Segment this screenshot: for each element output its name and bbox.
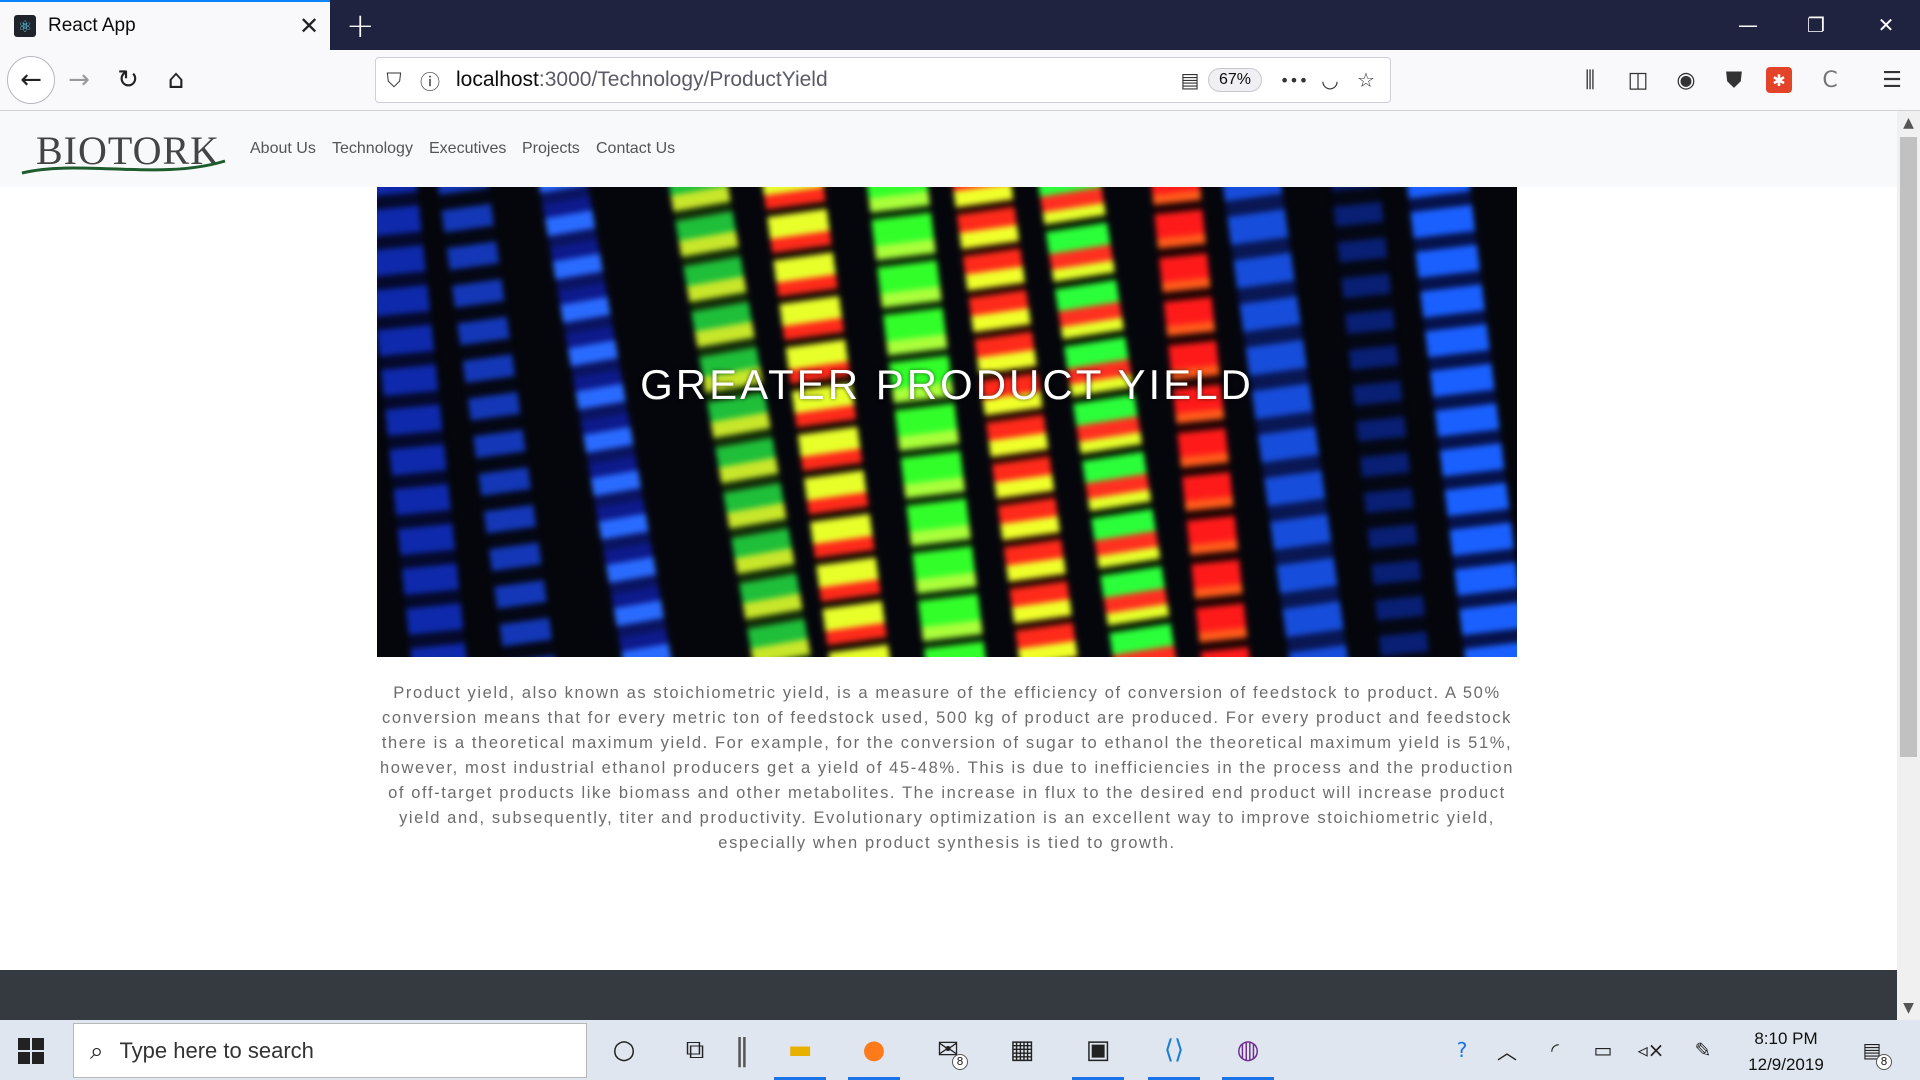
info-icon[interactable]: ⓘ (412, 66, 448, 95)
tab-title: React App (48, 15, 136, 36)
nav-projects[interactable]: Projects (522, 140, 580, 158)
pen-icon[interactable]: ✎ (1686, 1020, 1720, 1080)
hero-banner: GREATER PRODUCT YIELD (377, 187, 1517, 657)
url-host: localhost (456, 68, 539, 91)
clock-date: 12/9/2019 (1748, 1055, 1824, 1074)
browser-tab-bar: ⚛ React App ✕ + — ❐ ✕ (0, 0, 1920, 50)
nav-technology[interactable]: Technology (332, 140, 413, 158)
web-page: BIOTORK About Us Technology Executives P… (0, 111, 1897, 1020)
cortana-icon[interactable]: ○ (594, 1020, 654, 1080)
clock-time: 8:10 PM (1754, 1029, 1818, 1048)
windows-start-button[interactable] (18, 1038, 44, 1064)
help-icon[interactable]: ? (1442, 1020, 1482, 1080)
react-favicon-icon: ⚛ (14, 15, 36, 37)
search-icon: ⌕ (90, 1036, 104, 1065)
mail-icon[interactable]: ✉ 8 (918, 1020, 978, 1080)
url-path: :3000/Technology/ProductYield (538, 68, 828, 91)
shield-icon[interactable]: ⛉ (376, 68, 412, 92)
vscode-icon[interactable]: ⟨⟩ (1144, 1020, 1204, 1080)
hero-title: GREATER PRODUCT YIELD (640, 361, 1254, 408)
extension-c-icon[interactable]: C (1814, 64, 1846, 96)
scroll-down-icon[interactable]: ▼ (1897, 1000, 1920, 1016)
ublock-icon[interactable]: ⛊ (1718, 64, 1750, 96)
windows-logo-icon (18, 1038, 30, 1050)
tab-close-button[interactable]: ✕ (294, 12, 324, 40)
window-minimize-button[interactable]: — (1714, 0, 1782, 50)
library-icon[interactable]: ⫼ (1574, 64, 1606, 96)
github-desktop-icon[interactable]: ◍ (1218, 1020, 1278, 1080)
wifi-icon[interactable]: ◜ (1538, 1020, 1572, 1080)
nav-contact-us[interactable]: Contact Us (596, 140, 675, 158)
reader-view-icon[interactable]: ▤ (1172, 68, 1208, 92)
account-icon[interactable]: ◉ (1670, 64, 1702, 96)
arrow-left-icon: ← (20, 65, 42, 95)
home-icon: ⌂ (167, 65, 185, 95)
home-button[interactable]: ⌂ (154, 58, 198, 102)
taskbar-clock[interactable]: 8:10 PM 12/9/2019 (1736, 1026, 1836, 1078)
site-footer (0, 970, 1897, 1020)
mail-badge: 8 (952, 1054, 968, 1070)
logo-swoosh-icon (21, 159, 226, 175)
url-bar[interactable]: ⛉ ⓘ localhost:3000/Technology/ProductYie… (375, 57, 1391, 103)
reload-button[interactable]: ↻ (106, 58, 150, 102)
menu-icon[interactable]: ☰ (1876, 64, 1908, 96)
url-text[interactable]: localhost:3000/Technology/ProductYield (456, 68, 1172, 92)
terminal-icon[interactable]: ▣ (1068, 1020, 1128, 1080)
forward-button[interactable]: → (57, 58, 101, 102)
taskbar-search-box[interactable]: ⌕ Type here to search (73, 1023, 587, 1078)
firefox-icon[interactable]: ● (844, 1020, 904, 1080)
back-button[interactable]: ← (7, 56, 55, 104)
page-scrollbar[interactable]: ▲ ▼ (1897, 111, 1920, 1020)
battery-icon[interactable]: ▭ (1586, 1020, 1620, 1080)
extension-icon[interactable]: ✱ (1766, 67, 1792, 93)
tray-chevron-up-icon[interactable]: ︿ (1490, 1020, 1524, 1080)
scrollbar-thumb[interactable] (1900, 137, 1917, 757)
volume-muted-icon[interactable]: ◃× (1634, 1020, 1668, 1080)
windows-logo-icon (18, 1052, 30, 1064)
product-yield-description: Product yield, also known as stoichiomet… (379, 684, 1514, 852)
site-navbar: BIOTORK About Us Technology Executives P… (0, 111, 1897, 187)
reload-icon: ↻ (117, 65, 139, 95)
notifications-badge: 8 (1876, 1054, 1892, 1070)
zoom-level-badge[interactable]: 67% (1207, 68, 1262, 92)
bookmark-star-icon[interactable]: ☆ (1348, 68, 1384, 92)
pocket-icon[interactable]: ◡ (1312, 68, 1348, 92)
nav-executives[interactable]: Executives (429, 140, 506, 158)
taskbar-divider-icon: ‖ (734, 1032, 750, 1068)
windows-logo-icon (32, 1038, 44, 1050)
file-explorer-icon[interactable]: ▬ (770, 1020, 830, 1080)
biotork-logo[interactable]: BIOTORK (20, 121, 228, 177)
nav-about-us[interactable]: About Us (250, 140, 316, 158)
windows-logo-icon (32, 1052, 44, 1064)
window-close-button[interactable]: ✕ (1852, 0, 1920, 50)
store-icon[interactable]: ▦ (992, 1020, 1052, 1080)
page-actions-icon[interactable]: ••• (1276, 71, 1312, 90)
notifications-icon[interactable]: ▤ 8 (1852, 1020, 1892, 1080)
window-restore-button[interactable]: ❐ (1782, 0, 1850, 50)
hero-stripe (537, 187, 675, 657)
hero-stripe (1405, 187, 1517, 657)
new-tab-button[interactable]: + (346, 6, 375, 46)
windows-taskbar: ⌕ Type here to search ○ ⧉ ‖ ▬ ● ✉ 8 ▦ ▣ ⟨… (0, 1020, 1920, 1080)
sidebar-icon[interactable]: ◫ (1622, 64, 1654, 96)
browser-nav-bar: ← → ↻ ⌂ ⛉ ⓘ localhost:3000/Technology/Pr… (0, 50, 1920, 111)
arrow-right-icon: → (68, 65, 90, 95)
browser-tab-active[interactable]: ⚛ React App ✕ (0, 0, 330, 50)
search-placeholder: Type here to search (119, 1037, 314, 1063)
scroll-up-icon[interactable]: ▲ (1897, 115, 1920, 131)
